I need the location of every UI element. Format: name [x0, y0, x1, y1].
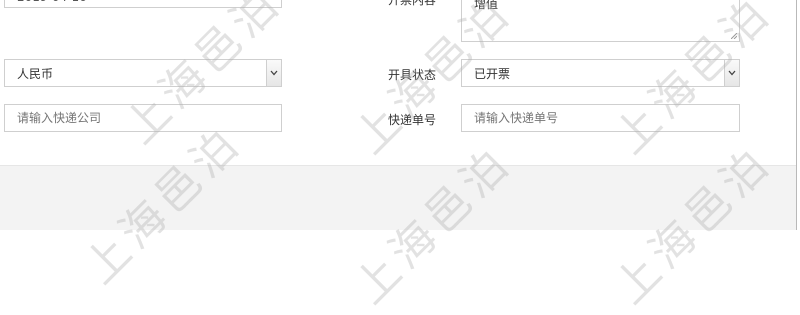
currency-dropdown-button[interactable] — [266, 60, 281, 86]
invoice-status-value: 已开票 — [474, 66, 511, 81]
form-footer — [0, 165, 796, 230]
chevron-down-icon — [728, 70, 736, 76]
currency-select[interactable]: 人民币 — [4, 59, 282, 87]
courier-company-input[interactable] — [4, 104, 282, 132]
date-field[interactable]: 2019-04-16 — [4, 0, 282, 8]
invoice-status-label: 开具状态 — [388, 68, 437, 82]
tracking-number-input[interactable] — [461, 104, 740, 132]
tracking-number-label: 快递单号 — [388, 113, 437, 127]
invoice-content-textarea[interactable]: 增值 — [461, 0, 740, 42]
date-value: 2019-04-16 — [17, 0, 87, 4]
resize-handle-icon[interactable] — [731, 33, 737, 39]
form-panel: 2019-04-16 开票内容 增值 人民币 开具状态 已开票 快递单号 — [0, 0, 797, 230]
chevron-down-icon — [270, 70, 278, 76]
currency-value: 人民币 — [17, 66, 54, 81]
invoice-status-dropdown-button[interactable] — [724, 60, 739, 86]
invoice-content-value: 增值 — [474, 0, 499, 11]
invoice-content-label: 开票内容 — [388, 0, 437, 7]
invoice-status-select[interactable]: 已开票 — [461, 59, 740, 87]
